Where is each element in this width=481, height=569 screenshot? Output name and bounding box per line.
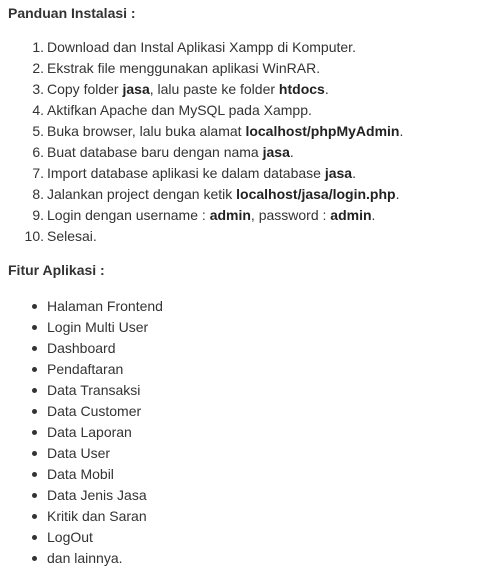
feature-label: Data Transaksi [47, 382, 141, 398]
feature-item: Login Multi User [32, 317, 163, 338]
feature-label: Data Mobil [47, 466, 114, 482]
feature-item: Dashboard [32, 338, 163, 359]
step-text: , lalu paste ke folder [149, 81, 279, 97]
feature-label: Data Customer [47, 403, 142, 419]
feature-label: Data User [47, 445, 111, 461]
bullet-icon [32, 451, 37, 456]
feature-item: Pendaftaran [32, 359, 163, 380]
step-text: Jalankan project dengan ketik [47, 186, 237, 202]
bullet-icon [32, 535, 37, 540]
feature-label: Dashboard [47, 340, 116, 356]
feature-label: LogOut [47, 529, 93, 545]
feature-label: Data Laporan [47, 424, 132, 440]
feature-label: Login Multi User [47, 319, 149, 335]
feature-label: Data Jenis Jasa [47, 487, 147, 503]
install-guide-heading: Panduan Instalasi : [8, 5, 136, 21]
install-step: 1. Download dan Instal Aplikasi Xampp di … [32, 37, 403, 58]
feature-item: Data Customer [32, 401, 163, 422]
feature-label: Kritik dan Saran [47, 508, 147, 524]
bullet-icon [32, 430, 37, 435]
step-text: Buka browser, lalu buka alamat [47, 123, 246, 139]
step-number: 10. [24, 228, 44, 244]
bullet-icon [32, 556, 37, 561]
step-bold-text: htdocs [278, 81, 325, 97]
install-step: 9. Login dengan username : admin, passwor… [32, 205, 403, 226]
feature-item: Data User [32, 443, 163, 464]
feature-item: Data Laporan [32, 422, 163, 443]
step-text: . [289, 144, 294, 160]
feature-item: Data Jenis Jasa [32, 485, 163, 506]
bullet-icon [32, 514, 37, 519]
install-step: 5. Buka browser, lalu buka alamat localho… [32, 121, 404, 142]
bullet-icon [32, 304, 37, 309]
step-bold-text: jasa [324, 165, 353, 181]
step-number: 4. [32, 102, 44, 118]
step-text: Copy folder [47, 81, 123, 97]
bullet-icon [32, 367, 37, 372]
step-bold-text: admin [330, 207, 372, 223]
step-text: , password : [250, 207, 331, 223]
step-number: 2. [32, 60, 44, 76]
feature-item: Data Transaksi [32, 380, 163, 401]
step-text: Import database aplikasi ke dalam databa… [47, 165, 325, 181]
step-text: Selesai. [47, 228, 97, 244]
step-bold-text: localhost/jasa/login.php [236, 186, 396, 202]
install-step: 2. Ekstrak file menggunakan aplikasi WinR… [32, 58, 403, 79]
install-step: 10. Selesai. [25, 226, 403, 247]
step-text: Aktifkan Apache dan MySQL pada Xampp. [47, 102, 312, 118]
feature-item: Kritik dan Saran [32, 506, 163, 527]
bullet-icon [32, 472, 37, 477]
step-text: . [324, 81, 329, 97]
step-number: 6. [32, 144, 44, 160]
step-text: Download dan Instal Aplikasi Xampp di Ko… [47, 39, 356, 55]
step-text: Ekstrak file menggunakan aplikasi WinRAR… [47, 60, 321, 76]
step-bold-text: jasa [122, 81, 150, 97]
features-heading: Fitur Aplikasi : [8, 262, 105, 278]
step-text: Login dengan username : [47, 207, 210, 223]
install-step: 7. Import database aplikasi ke dalam data… [32, 163, 403, 184]
step-number: 5. [32, 123, 44, 139]
feature-item: dan lainnya. [32, 548, 163, 569]
step-number: 1. [32, 39, 44, 55]
feature-item: LogOut [32, 527, 163, 548]
install-step: 4. Aktifkan Apache dan MySQL pada Xampp. [32, 100, 403, 121]
step-text: . [371, 207, 376, 223]
features-list: Halaman Frontend Login Multi User Dashboar… [32, 296, 163, 569]
install-step: 8. Jalankan project dengan ketik localhos… [32, 184, 403, 205]
step-text: Buat database baru dengan nama [47, 144, 263, 160]
step-number: 3. [32, 81, 44, 97]
bullet-icon [32, 409, 37, 414]
step-bold-text: localhost/phpMyAdmin [245, 123, 400, 139]
bullet-icon [32, 325, 37, 330]
step-text: . [395, 186, 400, 202]
install-step: 3. Copy folder jasa, lalu paste ke folder… [32, 79, 403, 100]
step-text: . [352, 165, 356, 181]
feature-item: Data Mobil [32, 464, 163, 485]
feature-label: Halaman Frontend [47, 298, 163, 314]
step-number: 7. [32, 165, 44, 181]
step-number: 8. [32, 186, 44, 202]
feature-item: Halaman Frontend [32, 296, 163, 317]
feature-label: Pendaftaran [47, 361, 124, 377]
install-step: 6. Buat database baru dengan nama jasa. [32, 142, 403, 163]
bullet-icon [32, 493, 37, 498]
install-steps-list: 1. Download dan Instal Aplikasi Xampp di … [25, 37, 404, 247]
bullet-icon [32, 388, 37, 393]
step-bold-text: jasa [262, 144, 290, 160]
step-bold-text: admin [209, 207, 251, 223]
step-text: . [399, 123, 404, 139]
step-number: 9. [32, 207, 44, 223]
bullet-icon [32, 346, 37, 351]
feature-label: dan lainnya. [47, 550, 123, 566]
